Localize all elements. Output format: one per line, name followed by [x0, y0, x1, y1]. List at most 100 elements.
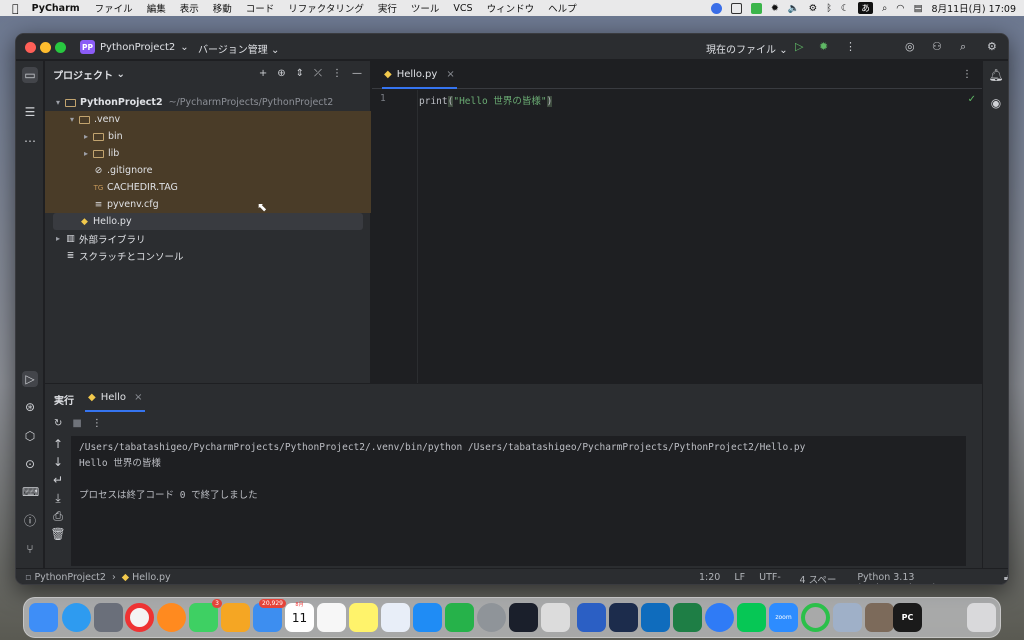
menu-edit[interactable]: 編集: [140, 1, 173, 15]
expand-all-icon[interactable]: ⇕: [296, 68, 304, 79]
ime-indicator[interactable]: あ: [858, 2, 873, 14]
new-file-plus-icon[interactable]: +: [259, 68, 267, 79]
add-user-icon[interactable]: ⚇: [932, 40, 942, 53]
firefox-icon[interactable]: [157, 603, 186, 632]
tree-item-cachedir[interactable]: TG CACHEDIR.TAG: [45, 179, 371, 196]
tab-options-icon[interactable]: ⋮: [962, 69, 972, 80]
interpreter-selector[interactable]: Python 3.13 (PythonProject2): [857, 572, 990, 584]
zoom-window-button[interactable]: [55, 42, 66, 53]
tree-item-project-root[interactable]: ▾ PythonProject2 ~/PycharmProjects/PythonP…: [45, 94, 371, 111]
editor-tab-hello-py[interactable]: ◆ Hello.py ×: [382, 61, 457, 89]
activity-icon[interactable]: [801, 603, 830, 632]
zoom-app-icon[interactable]: zoom: [769, 603, 798, 632]
chrome-icon[interactable]: [125, 603, 154, 632]
close-window-button[interactable]: [25, 42, 36, 53]
app-store-icon[interactable]: [413, 603, 442, 632]
display-icon[interactable]: [833, 603, 862, 632]
chevron-right-icon[interactable]: ▸: [81, 149, 91, 158]
photos-icon[interactable]: [221, 603, 250, 632]
run-tool-icon[interactable]: ▷: [22, 371, 38, 387]
menu-window[interactable]: ウィンドウ: [480, 1, 542, 15]
clear-trash-icon[interactable]: 🗑︎: [50, 526, 66, 542]
zoom-status-icon[interactable]: [710, 2, 722, 14]
minimize-window-button[interactable]: [40, 42, 51, 53]
project-folder-icon[interactable]: ▭: [22, 67, 38, 83]
menu-tools[interactable]: ツール: [404, 1, 447, 15]
run-tab-hello[interactable]: ◆ Hello ×: [85, 384, 146, 412]
preview-icon[interactable]: [541, 603, 570, 632]
ai-assistant-icon[interactable]: ◎: [905, 40, 915, 53]
reminders-icon[interactable]: [317, 603, 346, 632]
menu-view[interactable]: 表示: [173, 1, 206, 15]
mail-icon[interactable]: 20,929: [253, 599, 286, 632]
screen-capture-icon[interactable]: [730, 2, 742, 14]
close-tab-icon[interactable]: ×: [446, 69, 454, 80]
python-console-icon[interactable]: ⊛: [22, 399, 38, 415]
rerun-icon[interactable]: ↻: [54, 418, 62, 429]
excel-icon[interactable]: [673, 603, 702, 632]
vcs-widget[interactable]: バージョン管理 ⌄: [198, 41, 279, 56]
menu-app-name[interactable]: PyCharm: [25, 3, 88, 14]
tree-item-lib[interactable]: ▸ lib: [45, 145, 371, 162]
ai-chat-icon[interactable]: ◉: [988, 95, 1004, 111]
script-editor-icon[interactable]: [865, 603, 894, 632]
word-icon[interactable]: [577, 603, 606, 632]
code-editor[interactable]: print("Hello 世界の皆様"): [419, 93, 982, 107]
pycharm-dock-icon[interactable]: PC: [893, 603, 922, 632]
python-launcher-icon[interactable]: [509, 603, 538, 632]
stop-icon[interactable]: ■: [72, 418, 81, 429]
messenger-icon[interactable]: [705, 603, 734, 632]
bluetooth-icon[interactable]: ᛒ: [826, 3, 832, 14]
volume-icon[interactable]: 🔈: [788, 3, 800, 14]
launchpad-icon[interactable]: [94, 603, 123, 632]
inspection-ok-check-icon[interactable]: ✓: [968, 94, 976, 105]
soft-wrap-icon[interactable]: ↵: [50, 472, 66, 488]
more-actions-icon[interactable]: ⋮: [845, 40, 856, 53]
outlook-icon[interactable]: [641, 603, 670, 632]
scroll-to-end-icon[interactable]: ⤓: [50, 490, 66, 506]
problems-icon[interactable]: ⓘ: [22, 513, 38, 529]
lock-readonly-icon[interactable]: 🔓︎: [1004, 572, 1008, 584]
wifi-icon[interactable]: ◠: [896, 3, 904, 14]
indent-setting[interactable]: 4 スペース: [800, 572, 844, 584]
chevron-down-icon[interactable]: ▾: [53, 98, 63, 107]
system-settings-icon[interactable]: [477, 603, 506, 632]
messages-icon[interactable]: 3: [189, 599, 222, 632]
focus-moon-icon[interactable]: ☾: [841, 3, 850, 14]
menu-vcs[interactable]: VCS: [446, 3, 479, 14]
finder-icon[interactable]: [29, 603, 58, 632]
search-spotlight-icon[interactable]: ⌕: [882, 3, 887, 14]
notes-icon[interactable]: [349, 603, 378, 632]
tree-item-external-libraries[interactable]: ▸ ▥ 外部ライブラリ: [45, 230, 371, 247]
freeform-icon[interactable]: [381, 603, 410, 632]
menubar-clock[interactable]: 8月11日(月) 17:09: [932, 1, 1016, 15]
python-packages-icon[interactable]: ⬡: [22, 428, 38, 444]
breadcrumb-project[interactable]: PythonProject2: [34, 572, 105, 583]
scroll-down-icon[interactable]: ↓: [50, 454, 66, 470]
settings-gear-icon[interactable]: ⚙: [987, 40, 997, 53]
console-output[interactable]: /Users/tabatashigeo/PycharmProjects/Pyth…: [71, 436, 966, 566]
run-button-icon[interactable]: ▷: [795, 40, 803, 53]
tree-item-hello-py[interactable]: ◆ Hello.py: [53, 213, 363, 230]
close-tab-icon[interactable]: ×: [134, 392, 142, 403]
apple-menu-icon[interactable]: : [0, 2, 25, 15]
notifications-bell-icon[interactable]: 🔔︎: [988, 67, 1004, 83]
safari-icon[interactable]: [62, 603, 91, 632]
tree-item-bin[interactable]: ▸ bin: [45, 128, 371, 145]
run-config-selector[interactable]: 現在のファイル ⌄: [706, 41, 788, 56]
tree-item-gitignore[interactable]: ⊘ .gitignore: [45, 162, 371, 179]
more-tools-icon[interactable]: ⋯: [22, 133, 38, 149]
menu-file[interactable]: ファイル: [88, 1, 140, 15]
terminal-icon[interactable]: ⌨: [22, 484, 39, 500]
services-icon[interactable]: ⊙: [22, 456, 38, 472]
collapse-all-icon[interactable]: ⤫: [314, 68, 322, 79]
tree-item-venv[interactable]: ▾ .venv: [45, 111, 371, 128]
control-center-icon[interactable]: ▤: [914, 3, 923, 14]
menu-code[interactable]: コード: [239, 1, 282, 15]
breadcrumb-file[interactable]: Hello.py: [132, 572, 171, 583]
gear-status-icon[interactable]: ⚙: [809, 3, 818, 14]
menu-refactor[interactable]: リファクタリング: [281, 1, 371, 15]
hide-panel-icon[interactable]: —: [352, 68, 362, 79]
line-separator[interactable]: LF: [734, 572, 745, 584]
options-icon[interactable]: ⋮: [332, 68, 342, 79]
